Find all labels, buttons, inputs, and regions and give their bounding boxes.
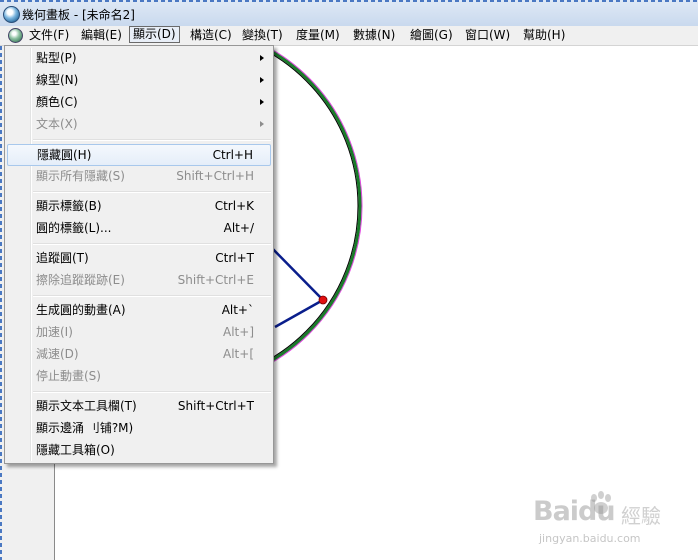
menu-item-label: 顯示所有隱藏(S) <box>36 169 125 183</box>
menu-item-label: 文本(X) <box>36 117 78 131</box>
menu-item-animate-circle[interactable]: 生成圓的動畫(A) Alt+` <box>7 299 271 321</box>
display-menu-dropdown: 點型(P) 線型(N) 顏色(C) 文本(X) 隱藏圓(H) Ctrl+H 顯示… <box>4 45 274 464</box>
menu-item-hide-toolbox[interactable]: 隱藏工具箱(O) <box>7 439 271 461</box>
menu-separator <box>33 243 271 245</box>
menu-item-show-label[interactable]: 顯示標籤(B) Ctrl+K <box>7 195 271 217</box>
menu-item-shortcut: Ctrl+H <box>212 148 253 162</box>
document-icon[interactable] <box>8 28 23 43</box>
menu-item-label: 點型(P) <box>36 51 77 65</box>
menu-item-label: 減速(D) <box>36 347 79 361</box>
menu-help[interactable]: 幫助(H) <box>520 27 568 43</box>
menu-item-point-style[interactable]: 點型(P) <box>7 47 271 69</box>
menu-item-label: 線型(N) <box>36 73 79 87</box>
menu-item-shortcut: Alt+` <box>221 303 254 317</box>
menu-item-shortcut: Ctrl+T <box>215 251 254 265</box>
menu-display[interactable]: 顯示(D) <box>129 26 180 43</box>
submenu-arrow-icon <box>260 121 264 127</box>
menu-item-shortcut: Alt+/ <box>223 221 254 235</box>
submenu-arrow-icon <box>260 77 264 83</box>
menu-item-stop-animation[interactable]: 停止動畫(S) <box>7 365 271 387</box>
menu-item-label: 隱藏圓(H) <box>37 148 92 162</box>
menu-separator <box>33 139 271 141</box>
menu-item-shortcut: Alt+[ <box>223 347 254 361</box>
menu-item-label: 加速(I) <box>36 325 73 339</box>
menu-item-label: 擦除追蹤蹤跡(E) <box>36 273 125 287</box>
menu-item-shortcut: Ctrl+K <box>214 199 254 213</box>
menu-item-show-text-toolbar[interactable]: 顯示文本工具欄(T) Shift+Ctrl+T <box>7 395 271 417</box>
menu-item-trace-circle[interactable]: 追蹤圓(T) Ctrl+T <box>7 247 271 269</box>
menu-item-erase-traces[interactable]: 擦除追蹤蹤跡(E) Shift+Ctrl+E <box>7 269 271 291</box>
menu-data[interactable]: 數據(N) <box>350 27 398 43</box>
menu-item-hide-circle[interactable]: 隱藏圓(H) Ctrl+H <box>7 144 271 166</box>
window-title: 幾何畫板 - [未命名2] <box>22 8 135 22</box>
menu-separator <box>33 191 271 193</box>
menu-item-label: 追蹤圓(T) <box>36 251 89 265</box>
menu-item-slow-down[interactable]: 減速(D) Alt+[ <box>7 343 271 365</box>
watermark-url: jingyan.baidu.com <box>539 532 641 545</box>
menu-item-label: 顯示標籤(B) <box>36 199 102 213</box>
menu-separator <box>33 391 271 393</box>
baidu-watermark: Baidu 經驗 jingyan.baidu.com <box>533 488 693 548</box>
menu-measure[interactable]: 度量(M) <box>293 27 343 43</box>
menu-item-shortcut: Shift+Ctrl+T <box>177 399 254 413</box>
selection-border-top <box>0 0 698 2</box>
menu-item-show-motion-controller[interactable]: 顯示邊涌 刂铺?M) <box>7 417 271 439</box>
submenu-arrow-icon <box>260 99 264 105</box>
submenu-arrow-icon <box>260 55 264 61</box>
menu-item-line-style[interactable]: 線型(N) <box>7 69 271 91</box>
menu-window[interactable]: 窗口(W) <box>462 27 513 43</box>
menu-item-shortcut: Alt+] <box>223 325 254 339</box>
menu-separator <box>33 295 271 297</box>
menu-item-shortcut: Shift+Ctrl+E <box>177 273 254 287</box>
menu-item-text[interactable]: 文本(X) <box>7 113 271 135</box>
menu-item-color[interactable]: 顏色(C) <box>7 91 271 113</box>
menu-item-label: 停止動畫(S) <box>36 369 101 383</box>
watermark-text: 經驗 <box>621 504 661 528</box>
menu-file[interactable]: 文件(F) <box>26 27 72 43</box>
menu-item-shortcut: Shift+Ctrl+H <box>176 169 254 183</box>
menu-edit[interactable]: 編輯(E) <box>78 27 125 43</box>
selection-border-left <box>0 46 2 560</box>
menu-item-show-all-hidden[interactable]: 顯示所有隱藏(S) Shift+Ctrl+H <box>7 165 271 187</box>
menu-construct[interactable]: 構造(C) <box>187 27 235 43</box>
menu-item-label: 顯示邊涌 刂铺?M) <box>36 421 134 435</box>
menu-item-label: 隱藏工具箱(O) <box>36 443 115 457</box>
menu-transform[interactable]: 變換(T) <box>239 27 286 43</box>
menu-item-label: 生成圓的動畫(A) <box>36 303 126 317</box>
menu-item-label: 圓的標籤(L)... <box>36 221 112 235</box>
menu-item-speed-up[interactable]: 加速(I) Alt+] <box>7 321 271 343</box>
menu-item-label: 顏色(C) <box>36 95 78 109</box>
menu-bar: 文件(F) 編輯(E) 顯示(D) 構造(C) 變換(T) 度量(M) 數據(N… <box>0 26 698 46</box>
menu-item-label: 顯示文本工具欄(T) <box>36 399 137 413</box>
app-icon[interactable] <box>3 6 20 23</box>
menu-item-circle-label[interactable]: 圓的標籤(L)... Alt+/ <box>7 217 271 239</box>
point-on-circle[interactable] <box>318 295 328 305</box>
title-bar: 幾何畫板 - [未命名2] <box>0 0 698 27</box>
paw-icon <box>591 491 611 514</box>
menu-graph[interactable]: 繪圖(G) <box>407 27 456 43</box>
